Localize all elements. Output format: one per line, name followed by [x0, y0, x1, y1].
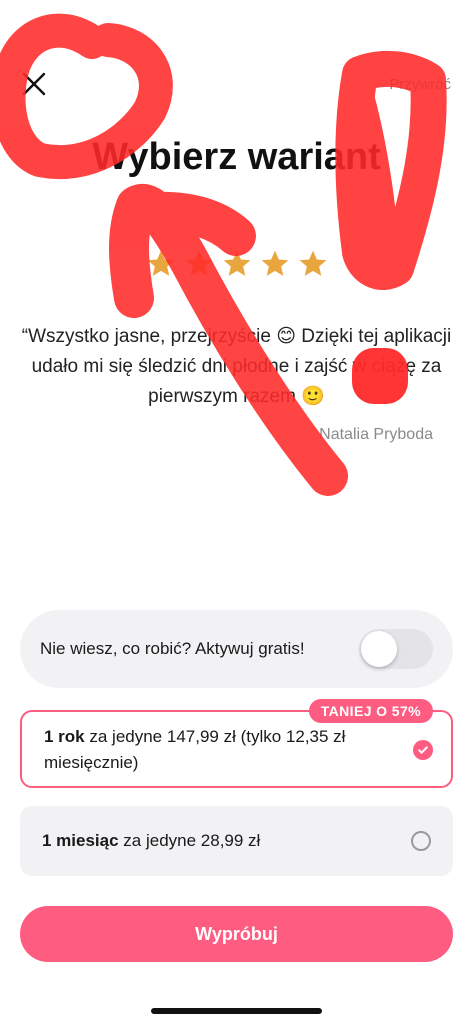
- star-icon: [221, 248, 253, 280]
- plan-yearly-text: 1 rok za jedyne 147,99 zł (tylko 12,35 z…: [44, 724, 401, 776]
- review-author: Natalia Pryboda: [319, 426, 433, 443]
- plan-yearly-period: 1 rok: [44, 727, 85, 746]
- rating-stars: [0, 248, 473, 280]
- plan-yearly-price: za jedyne 147,99 zł (tylko 12,35 zł mies…: [44, 727, 346, 772]
- free-trial-toggle[interactable]: [359, 629, 433, 669]
- review-text: “Wszystko jasne, przejrzyście 😊 Dzięki t…: [21, 326, 452, 407]
- free-trial-card[interactable]: Nie wiesz, co robić? Aktywuj gratis!: [20, 610, 453, 688]
- toggle-knob: [361, 631, 397, 667]
- plan-monthly-period: 1 miesiąc: [42, 831, 119, 850]
- plan-monthly-price: za jedyne 28,99 zł: [118, 831, 261, 850]
- page-title: Wybierz wariant: [92, 136, 381, 178]
- radio-unchecked-icon[interactable]: [411, 831, 431, 851]
- star-icon: [297, 248, 329, 280]
- free-trial-label: Nie wiesz, co robić? Aktywuj gratis!: [40, 639, 305, 658]
- restore-purchases-link[interactable]: Przywróć: [389, 76, 451, 93]
- close-icon: [22, 72, 46, 96]
- plan-option-yearly[interactable]: TANIEJ O 57% 1 rok za jedyne 147,99 zł (…: [20, 699, 453, 788]
- discount-badge: TANIEJ O 57%: [308, 699, 433, 723]
- try-button[interactable]: Wypróbuj: [20, 906, 453, 962]
- home-indicator: [151, 1008, 322, 1014]
- close-button[interactable]: [14, 64, 54, 104]
- plan-option-monthly[interactable]: 1 miesiąc za jedyne 28,99 zł: [20, 806, 453, 876]
- radio-checked-icon[interactable]: [413, 740, 433, 760]
- star-icon: [145, 248, 177, 280]
- star-icon: [183, 248, 215, 280]
- star-icon: [259, 248, 291, 280]
- plan-monthly-text: 1 miesiąc za jedyne 28,99 zł: [42, 828, 260, 854]
